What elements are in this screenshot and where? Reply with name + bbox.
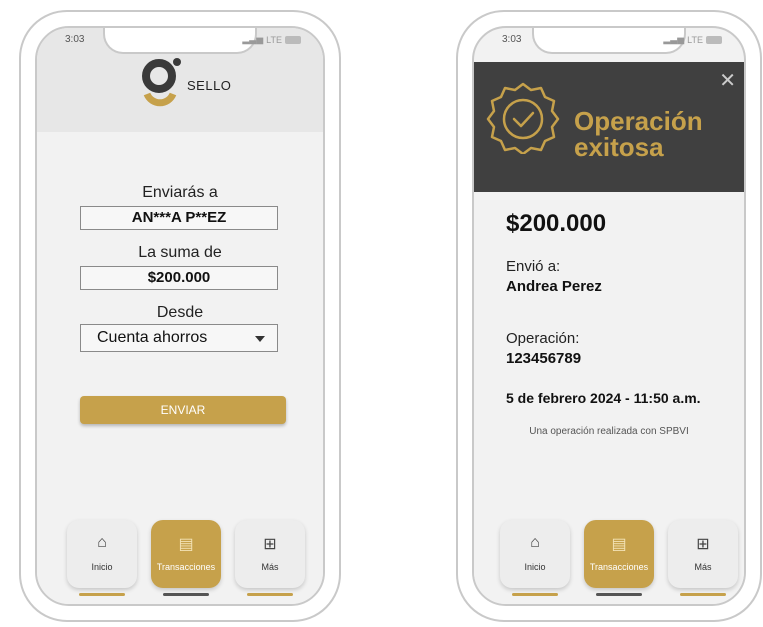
recipient-label: Enviarás a [142,184,218,201]
receipt-amount: $200.000 [506,210,607,237]
operation-number: 123456789 [506,350,582,367]
home-icon: ⌂ [530,534,540,551]
screen: 3:03 ▂▃▅ LTE SELLO Enviarás a AN***A P**… [35,26,325,606]
grid-icon: ⊞ [263,536,277,553]
nav-indicator-active [596,593,642,596]
check-seal-icon [486,82,560,154]
nav-item-label: Inicio [91,562,113,572]
nav-item-transacciones[interactable]: ▤ Transacciones [584,520,654,588]
signal-icon: ▂▃▅ [242,34,264,44]
amount-field[interactable]: $200.000 [80,266,278,290]
success-header: ✕ Operación exitosa [474,62,744,192]
status-time: 3:03 [65,34,85,45]
sello-logo-icon [142,58,181,107]
money-icon: ▤ [178,536,194,553]
close-icon[interactable]: ✕ [719,68,736,93]
nav-item-label: Inicio [524,562,546,572]
operation-date: 5 de febrero 2024 - 11:50 a.m. [506,390,701,406]
recipient-label: Envió a: [506,258,561,275]
success-title-line1: Operación [574,106,703,136]
signal-icon: ▂▃▅ [663,34,685,44]
source-account-value: Cuenta ahorros [97,329,208,346]
recipient-field[interactable]: AN***A P**EZ [80,206,278,230]
nav-item-inicio[interactable]: ⌂ Inicio [500,520,570,588]
status-time: 3:03 [502,34,522,45]
chevron-down-icon [255,336,265,342]
recipient-value: Andrea Perez [506,278,602,295]
battery-icon [285,35,301,44]
money-icon: ▤ [611,536,627,553]
brand-name: SELLO [187,78,232,93]
nav-indicator [512,593,558,596]
nav-item-label: Transacciones [589,562,649,572]
nav-item-label: Más [261,562,279,572]
nav-item-mas[interactable]: ⊞ Más [668,520,738,588]
operation-label: Operación: [506,330,580,347]
screen: 3:03 ▂▃▅ LTE ✕ Operación exitosa $200.00… [472,26,746,606]
nav-item-label: Transacciones [156,562,216,572]
send-button[interactable]: ENVIAR [80,396,286,424]
source-label: Desde [156,304,204,321]
nav-item-transacciones[interactable]: ▤ Transacciones [151,520,221,588]
transfer-form: Enviarás a AN***A P**EZ La suma de $200.… [37,132,323,604]
nav-item-inicio[interactable]: ⌂ Inicio [67,520,137,588]
phone-transfer-form: 3:03 ▂▃▅ LTE SELLO Enviarás a AN***A P**… [19,10,341,622]
nav-item-label: Más [694,562,712,572]
amount-label: La suma de [138,244,222,261]
nav-indicator-active [163,593,209,596]
bottom-nav: ⌂ Inicio ▤ Transacciones ⊞ Más [474,508,744,604]
grid-icon: ⊞ [696,536,710,553]
status-icons: ▂▃▅ LTE [663,34,722,45]
nav-indicator [680,593,726,596]
nav-indicator [247,593,293,596]
battery-icon [706,35,722,44]
nav-item-mas[interactable]: ⊞ Más [235,520,305,588]
operation-note: Una operación realizada con SPBVI [529,426,689,437]
notch [103,28,257,54]
success-title-line2: exitosa [574,132,664,162]
phone-success: 3:03 ▂▃▅ LTE ✕ Operación exitosa $200.00… [456,10,762,622]
bottom-nav: ⌂ Inicio ▤ Transacciones ⊞ Más [37,508,323,604]
network-label: LTE [687,34,703,45]
home-icon: ⌂ [97,534,107,551]
nav-indicator [79,593,125,596]
network-label: LTE [266,34,282,45]
status-icons: ▂▃▅ LTE [242,34,301,45]
success-title: Operación exitosa [574,108,703,160]
receipt: $200.000 Envió a: Andrea Perez Operación… [474,192,744,604]
source-account-select[interactable]: Cuenta ahorros [80,324,278,352]
